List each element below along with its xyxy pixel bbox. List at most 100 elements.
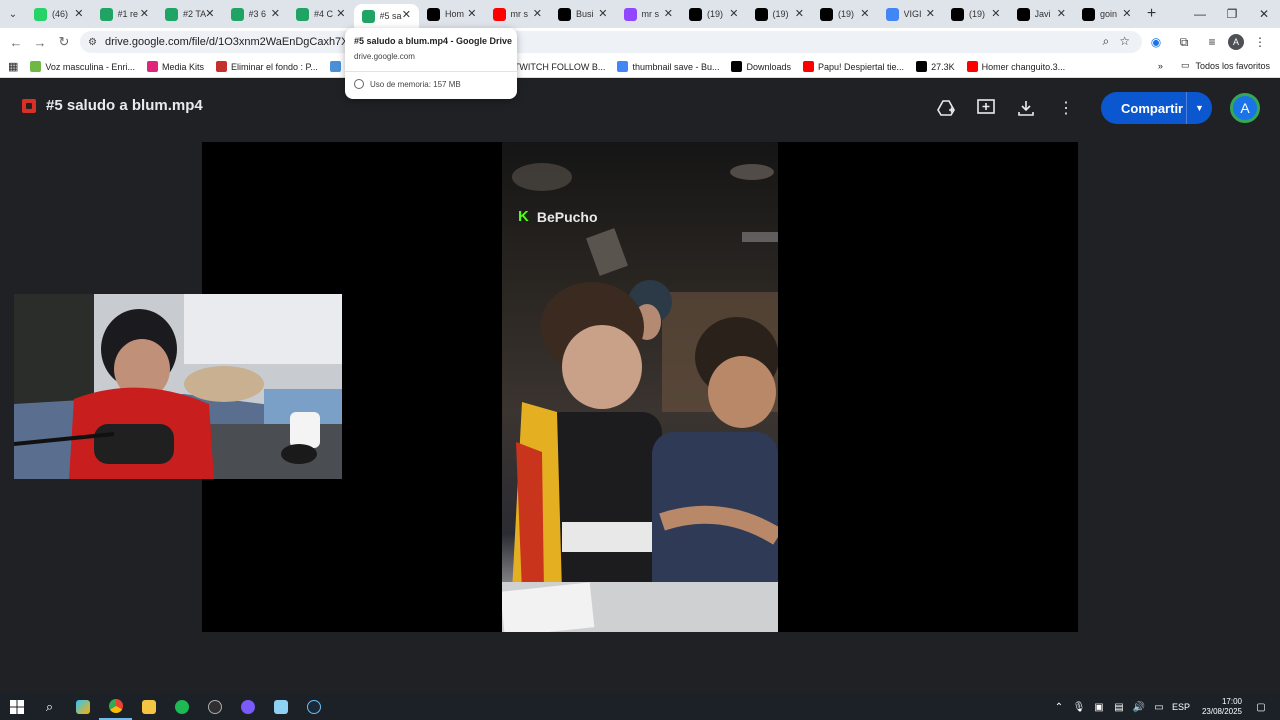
share-button[interactable]: Compartir ▼ — [1101, 92, 1212, 124]
bookmark-label: Voz masculina - Enri... — [45, 61, 135, 72]
zoom-icon[interactable]: ⌕ — [1103, 34, 1110, 49]
forward-button[interactable]: → — [28, 35, 52, 50]
language-indicator[interactable]: ESP — [1172, 702, 1190, 712]
browser-tab[interactable]: (19) ✕ — [812, 0, 878, 28]
bookmark-item[interactable]: Downloads — [731, 61, 791, 72]
browser-tab[interactable]: Hom ✕ — [419, 0, 485, 28]
media-control-icon[interactable]: ≡ — [1200, 35, 1224, 49]
tiktok-icon — [1016, 7, 1030, 21]
bookmark-star-icon[interactable]: ☆ — [1119, 34, 1130, 49]
download-icon[interactable] — [1015, 97, 1037, 119]
close-tab-icon[interactable]: ✕ — [795, 7, 804, 20]
new-tab-button[interactable]: + — [1140, 5, 1164, 23]
browser-tab[interactable]: mr s ✕ — [616, 0, 682, 28]
extension-icon[interactable]: ◉ — [1144, 35, 1168, 49]
all-bookmarks-link[interactable]: Todos los favoritos — [1195, 61, 1270, 71]
browser-tab[interactable]: #5 sa ✕ — [353, 4, 419, 28]
battery-icon[interactable]: ▭ — [1152, 702, 1166, 713]
profile-avatar-icon[interactable]: A — [1228, 34, 1244, 50]
extensions-puzzle-icon[interactable]: ⧉ — [1172, 35, 1196, 50]
bookmark-item[interactable]: Homer changuito.3... — [966, 61, 1065, 72]
copilot-icon[interactable] — [66, 694, 99, 720]
windows-start-icon[interactable] — [0, 694, 33, 720]
browser-toolbar: ← → ↻ ⚙ drive.google.com/file/d/1O3xnm2W… — [0, 28, 1280, 56]
file-explorer-icon[interactable] — [132, 694, 165, 720]
close-tab-icon[interactable]: ✕ — [860, 7, 869, 20]
close-tab-icon[interactable]: ✕ — [74, 7, 83, 20]
share-dropdown-icon[interactable]: ▼ — [1186, 92, 1212, 124]
clock[interactable]: 17:00 23/08/2025 — [1202, 697, 1242, 717]
drive-icon — [361, 9, 375, 23]
close-tab-icon[interactable]: ✕ — [991, 7, 1000, 20]
close-tab-icon[interactable]: ✕ — [533, 7, 542, 20]
network-icon[interactable]: ▤ — [1112, 702, 1126, 713]
steam-icon[interactable] — [297, 694, 330, 720]
spotify-icon[interactable] — [165, 694, 198, 720]
tray-expand-icon[interactable]: ⌃ — [1052, 702, 1066, 713]
apps-grid-icon[interactable]: ▦ — [8, 60, 18, 73]
close-tab-icon[interactable]: ✕ — [664, 7, 673, 20]
close-tab-icon[interactable]: ✕ — [926, 7, 935, 20]
close-tab-icon[interactable]: ✕ — [140, 7, 149, 20]
browser-tab[interactable]: mr s ✕ — [485, 0, 551, 28]
menu-kebab-icon[interactable]: ⋮ — [1248, 35, 1272, 49]
browser-tab[interactable]: (19) ✕ — [747, 0, 813, 28]
memory-icon — [354, 79, 364, 89]
minimize-icon[interactable]: — — [1184, 0, 1216, 28]
bookmark-item[interactable]: Media Kits — [146, 61, 204, 72]
bookmark-item[interactable]: Voz masculina - Enri... — [30, 61, 135, 72]
bookmark-favicon-icon — [146, 61, 158, 72]
bookmark-item[interactable]: Papu! Despiertal tie... — [803, 61, 904, 72]
close-tab-icon[interactable]: ✕ — [1122, 7, 1131, 20]
address-bar[interactable]: ⚙ drive.google.com/file/d/1O3xnm2WaEnDgC… — [80, 31, 1142, 53]
account-avatar[interactable]: A — [1230, 93, 1260, 123]
close-tab-icon[interactable]: ✕ — [402, 8, 411, 21]
browser-tab[interactable]: #2 TA ✕ — [157, 0, 223, 28]
close-tab-icon[interactable]: ✕ — [598, 7, 607, 20]
hover-card-memory: Uso de memoria: 157 MB — [370, 80, 461, 89]
close-tab-icon[interactable]: ✕ — [729, 7, 738, 20]
close-tab-icon[interactable]: ✕ — [467, 7, 476, 20]
browser-tab[interactable]: #3 6 ✕ — [223, 0, 289, 28]
volume-icon[interactable]: 🔊 — [1132, 702, 1146, 713]
browser-tab[interactable]: (19) ✕ — [681, 0, 747, 28]
browser-tab[interactable]: VIGI ✕ — [878, 0, 944, 28]
obs-icon[interactable] — [198, 694, 231, 720]
back-button[interactable]: ← — [4, 35, 28, 50]
bookmark-item[interactable]: Eliminar el fondo : P... — [215, 61, 318, 72]
close-tab-icon[interactable]: ✕ — [271, 7, 280, 20]
more-options-icon[interactable]: ⋮ — [1055, 97, 1077, 119]
taskbar-search-icon[interactable]: ⌕ — [33, 694, 66, 720]
add-comment-icon[interactable] — [975, 97, 997, 119]
clock-time: 17:00 — [1221, 697, 1242, 706]
restore-icon[interactable]: ❐ — [1216, 0, 1248, 28]
tab-search-chevron-icon[interactable]: ⌄ — [0, 0, 26, 28]
browser-tab[interactable]: #4 C ✕ — [288, 0, 354, 28]
reload-button[interactable]: ↻ — [52, 34, 76, 50]
hover-card-title: #5 saludo a blum.mp4 - Google Drive — [354, 36, 513, 46]
chrome-taskbar-icon[interactable] — [99, 694, 132, 720]
close-tab-icon[interactable]: ✕ — [205, 7, 214, 20]
site-info-icon[interactable]: ⚙ — [88, 37, 97, 48]
notepad-icon[interactable] — [264, 694, 297, 720]
browser-tab[interactable]: (46) ✕ — [26, 0, 92, 28]
share-label: Compartir — [1121, 100, 1184, 116]
tray-app-icon[interactable]: ▣ — [1092, 702, 1106, 713]
close-window-icon[interactable]: ✕ — [1248, 0, 1280, 28]
app-icon[interactable] — [231, 694, 264, 720]
browser-tab[interactable]: (19) ✕ — [943, 0, 1009, 28]
more-bookmarks-icon[interactable]: » — [1158, 61, 1163, 71]
microphone-icon[interactable]: 🎙 — [1072, 702, 1086, 713]
notifications-icon[interactable]: ▢ — [1254, 702, 1268, 713]
close-tab-icon[interactable]: ✕ — [336, 7, 345, 20]
youtube-icon — [492, 7, 506, 21]
browser-tab[interactable]: goin ✕ — [1074, 0, 1140, 28]
browser-tab[interactable]: #1 re ✕ — [92, 0, 158, 28]
add-to-drive-icon[interactable] — [935, 97, 957, 119]
bookmark-item[interactable]: thumbnail save - Bu... — [617, 61, 719, 72]
bookmark-favicon-icon — [215, 61, 227, 72]
bookmark-item[interactable]: 27.3K — [916, 61, 955, 72]
close-tab-icon[interactable]: ✕ — [1057, 7, 1066, 20]
browser-tab[interactable]: Busi ✕ — [550, 0, 616, 28]
browser-tab[interactable]: Javi ✕ — [1009, 0, 1075, 28]
